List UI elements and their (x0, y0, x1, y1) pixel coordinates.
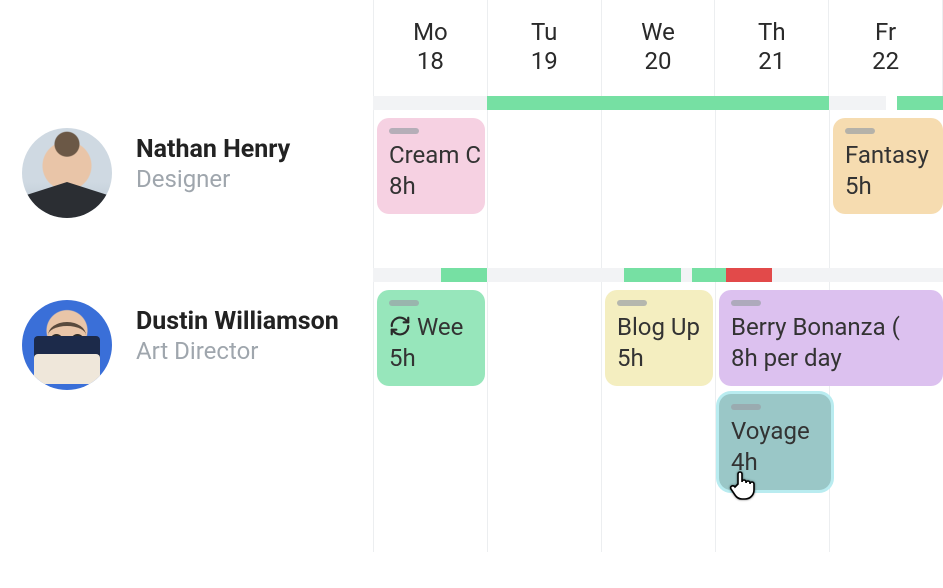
calendar-header: Mo 18 Tu 19 We 20 Th 21 Fr 22 (0, 0, 943, 100)
drag-handle-icon[interactable] (389, 300, 419, 306)
glasses-icon (50, 334, 84, 346)
capacity-bar (373, 268, 943, 282)
task-title: Fantasy (845, 140, 931, 171)
cell[interactable] (601, 100, 715, 272)
task-card-blog[interactable]: Blog Up 5h (605, 290, 713, 386)
day-abbr: We (602, 18, 715, 47)
day-number: 19 (488, 47, 601, 75)
task-hours: 8h per day (731, 343, 931, 374)
day-column-fr[interactable]: Fr 22 (828, 0, 943, 100)
task-title: Voyage (731, 416, 819, 447)
day-column-we[interactable]: We 20 (601, 0, 715, 100)
task-card-voyage[interactable]: Voyage 4h (719, 394, 831, 490)
cell[interactable] (487, 100, 601, 272)
resource-row-nathan: Nathan Henry Designer Cream C 8h (0, 100, 943, 272)
cell[interactable] (487, 272, 601, 552)
task-title: Berry Bonanza ( (731, 312, 931, 343)
day-column-tu[interactable]: Tu 19 (487, 0, 601, 100)
day-column-mo[interactable]: Mo 18 (373, 0, 487, 100)
day-abbr: Fr (829, 18, 942, 47)
person-name: Nathan Henry (136, 134, 290, 165)
task-title: Blog Up (617, 312, 701, 343)
drag-handle-icon[interactable] (845, 128, 875, 134)
task-hours: 5h (617, 343, 701, 374)
header-spacer (0, 0, 373, 100)
drag-handle-icon[interactable] (731, 300, 761, 306)
day-abbr: Th (715, 18, 828, 47)
row-sidebar[interactable]: Nathan Henry Designer (0, 100, 373, 272)
task-hours: 5h (389, 343, 473, 374)
person-info: Nathan Henry Designer (136, 128, 290, 193)
person-name: Dustin Williamson (136, 306, 339, 337)
task-title: Cream C (389, 140, 473, 171)
task-hours: 5h (845, 171, 931, 202)
day-number: 22 (829, 47, 942, 75)
day-number: 21 (715, 47, 828, 75)
task-hours: 4h (731, 447, 819, 478)
task-card-wee[interactable]: Wee 5h (377, 290, 485, 386)
day-abbr: Tu (488, 18, 601, 47)
capacity-bar (373, 96, 943, 110)
row-sidebar[interactable]: Dustin Williamson Art Director (0, 272, 373, 552)
avatar[interactable] (22, 300, 112, 390)
day-abbr: Mo (374, 18, 487, 47)
cell[interactable] (715, 100, 829, 272)
avatar[interactable] (22, 128, 112, 218)
task-card-cream[interactable]: Cream C 8h (377, 118, 485, 214)
person-role: Art Director (136, 337, 339, 365)
header-days: Mo 18 Tu 19 We 20 Th 21 Fr 22 (373, 0, 943, 100)
task-hours: 8h (389, 171, 473, 202)
drag-handle-icon[interactable] (731, 404, 761, 410)
day-column-th[interactable]: Th 21 (714, 0, 828, 100)
recurring-icon (389, 315, 411, 337)
task-card-fantasy[interactable]: Fantasy 5h (833, 118, 943, 214)
drag-handle-icon[interactable] (389, 128, 419, 134)
task-card-berry[interactable]: Berry Bonanza ( 8h per day (719, 290, 943, 386)
resource-row-dustin: Dustin Williamson Art Director (0, 272, 943, 552)
row-grid[interactable]: Cream C 8h Fantasy 5h (373, 100, 943, 272)
person-role: Designer (136, 165, 290, 193)
day-number: 18 (374, 47, 487, 75)
drag-handle-icon[interactable] (617, 300, 647, 306)
row-grid[interactable]: Wee 5h Blog Up 5h Berry Bonanza ( 8h per… (373, 272, 943, 552)
person-info: Dustin Williamson Art Director (136, 300, 339, 365)
day-number: 20 (602, 47, 715, 75)
task-title: Wee (389, 312, 473, 343)
resource-schedule: Mo 18 Tu 19 We 20 Th 21 Fr 22 (0, 0, 943, 588)
